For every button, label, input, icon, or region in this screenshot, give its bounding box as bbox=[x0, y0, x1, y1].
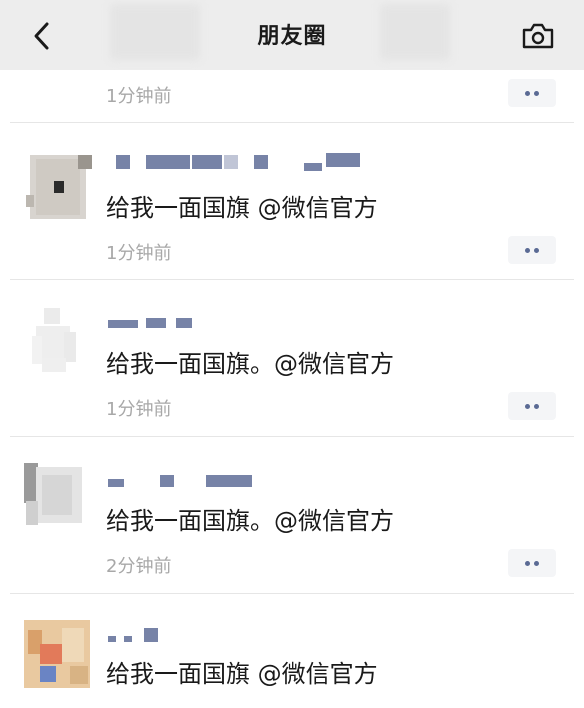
post-text: 给我一面国旗 @微信官方 bbox=[106, 194, 378, 222]
moment-item: 给我一面国旗 @微信官方 1分钟前 bbox=[0, 123, 584, 279]
more-actions-button[interactable] bbox=[508, 236, 556, 264]
post-text: 给我一面国旗。@微信官方 bbox=[106, 350, 394, 378]
avatar-image bbox=[22, 151, 94, 223]
dot-icon bbox=[534, 90, 539, 96]
page-title: 朋友圈 bbox=[257, 24, 327, 49]
moments-feed[interactable]: 1分钟前 给我一面国旗 @微信官方 1分钟前 给我一面国旗。@微信官方 1分钟前… bbox=[0, 70, 584, 708]
dot-icon bbox=[534, 560, 539, 566]
avatar[interactable] bbox=[22, 618, 94, 690]
moment-item: 给我一面国旗 @微信官方 bbox=[0, 594, 584, 708]
avatar-image bbox=[22, 306, 94, 378]
camera-button[interactable] bbox=[518, 18, 558, 54]
avatar[interactable] bbox=[22, 461, 94, 533]
avatar[interactable] bbox=[22, 151, 94, 223]
post-time: 2分钟前 bbox=[106, 556, 172, 577]
more-actions-button[interactable] bbox=[508, 392, 556, 420]
user-name[interactable] bbox=[106, 153, 366, 173]
post-text: 给我一面国旗 @微信官方 bbox=[106, 660, 378, 688]
avatar-image bbox=[22, 618, 94, 690]
post-time: 1分钟前 bbox=[106, 399, 172, 420]
top-nav-bar: 朋友圈 bbox=[0, 0, 584, 70]
post-text: 给我一面国旗。@微信官方 bbox=[106, 507, 394, 535]
dot-icon bbox=[525, 403, 530, 409]
avatar[interactable] bbox=[22, 306, 94, 378]
user-name[interactable] bbox=[106, 626, 186, 646]
moment-item-partial: 1分钟前 bbox=[0, 70, 584, 122]
dot-icon bbox=[525, 247, 530, 253]
post-time: 1分钟前 bbox=[106, 243, 172, 264]
dot-icon bbox=[534, 247, 539, 253]
dot-icon bbox=[534, 403, 539, 409]
moment-item: 给我一面国旗。@微信官方 1分钟前 bbox=[0, 280, 584, 436]
more-actions-button[interactable] bbox=[508, 79, 556, 107]
dot-icon bbox=[525, 90, 530, 96]
wechat-moments-screen: 朋友圈 1分钟前 给我一面国旗 @微信官方 1分钟前 给我一面国旗。@微信官方 … bbox=[0, 0, 584, 708]
moment-item: 给我一面国旗。@微信官方 2分钟前 bbox=[0, 437, 584, 593]
avatar-image bbox=[22, 461, 94, 533]
user-name[interactable] bbox=[106, 314, 226, 334]
user-name[interactable] bbox=[106, 473, 266, 493]
more-actions-button[interactable] bbox=[508, 549, 556, 577]
dot-icon bbox=[525, 560, 530, 566]
camera-icon bbox=[522, 23, 554, 49]
post-time: 1分钟前 bbox=[106, 86, 172, 107]
